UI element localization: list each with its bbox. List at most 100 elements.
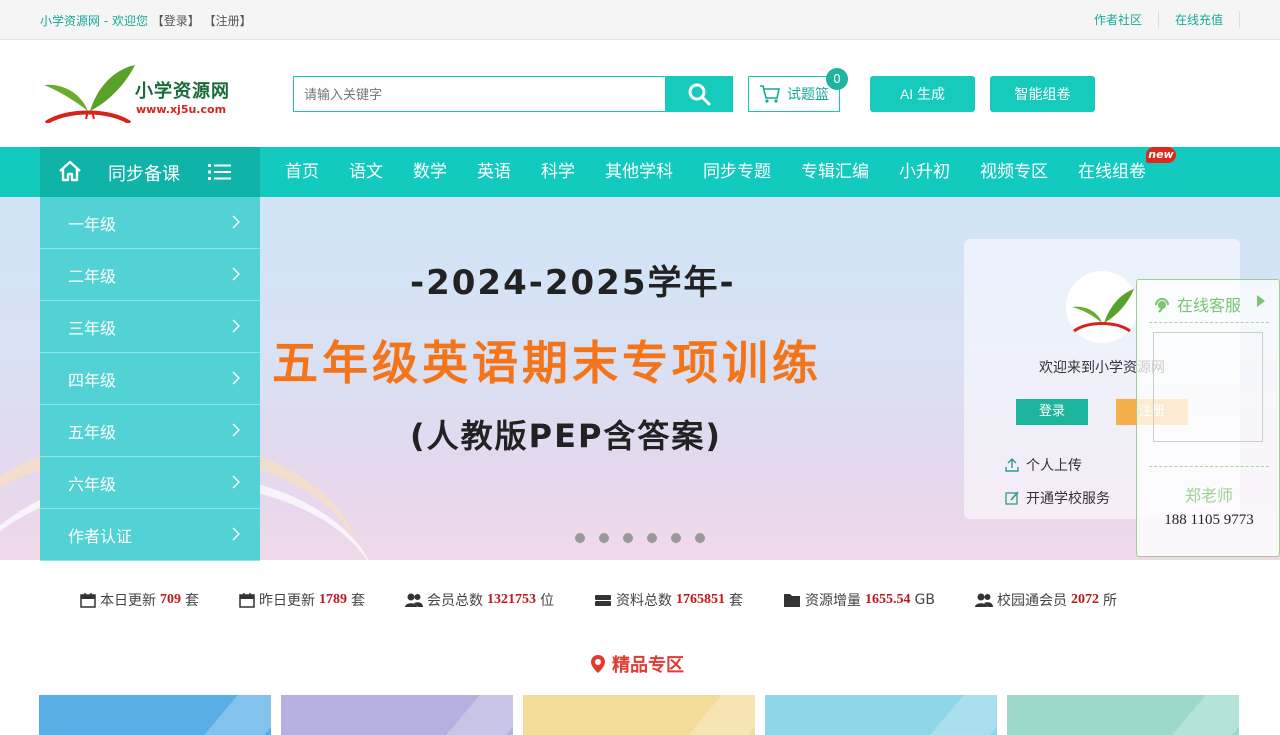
brand-name: 小学资源网	[135, 81, 230, 102]
online-service-panel: 在线客服 郑老师 188 1105 9773	[1136, 279, 1280, 557]
featured-card[interactable]	[281, 695, 513, 735]
divider	[1149, 466, 1269, 467]
grade-label: 五年级	[68, 422, 117, 442]
stat-unit: 位	[540, 593, 554, 609]
stat-unit: GB	[914, 592, 935, 608]
grade-menu: 一年级 二年级 三年级 四年级 五年级 六年级 作者认证	[40, 197, 260, 561]
featured-card[interactable]	[1007, 695, 1239, 735]
stat-label: 本日更新	[100, 593, 156, 609]
carousel-dot[interactable]	[623, 533, 633, 543]
nav-english[interactable]: 英语	[462, 147, 526, 197]
stat-label: 资源增量	[805, 593, 861, 609]
nav-sync-topics[interactable]: 同步专题	[688, 147, 786, 197]
grade-label: 四年级	[68, 370, 117, 390]
stat-resources: 资料总数 1765851 套	[594, 590, 743, 610]
nav-home[interactable]: 首页	[270, 147, 334, 197]
grade-item-5[interactable]: 五年级	[40, 405, 260, 457]
site-logo[interactable]: 小学资源网 www.xj5u.com	[40, 61, 250, 125]
grade-item-4[interactable]: 四年级	[40, 353, 260, 405]
author-certification-item[interactable]: 作者认证	[40, 509, 260, 561]
featured-card[interactable]	[765, 695, 997, 735]
grade-item-1[interactable]: 一年级	[40, 197, 260, 249]
featured-card[interactable]	[523, 695, 755, 735]
main-nav: 同步备课 首页 语文 数学 英语 科学 其他学科 同步专题 专辑汇编 小升初 视…	[0, 147, 1280, 197]
stat-value: 2072	[1070, 592, 1099, 607]
grade-item-2[interactable]: 二年级	[40, 249, 260, 301]
carousel-dot[interactable]	[671, 533, 681, 543]
banner-year: -2024-2025学年-	[410, 263, 736, 303]
search-input[interactable]	[293, 76, 665, 112]
folder-icon	[784, 594, 800, 607]
nav-links: 首页 语文 数学 英语 科学 其他学科 同步专题 专辑汇编 小升初 视频专区 在…	[270, 147, 1161, 197]
recharge-link[interactable]: 在线充值	[1159, 11, 1240, 28]
chevron-right-icon	[232, 527, 240, 541]
nav-albums[interactable]: 专辑汇编	[786, 147, 884, 197]
banner-subtitle: (人教版PEP含答案)	[410, 417, 723, 455]
welcome-text: 小学资源网 - 欢迎您	[40, 14, 148, 28]
search-button[interactable]	[665, 76, 733, 112]
grade-item-6[interactable]: 六年级	[40, 457, 260, 509]
nav-video[interactable]: 视频专区	[965, 147, 1063, 197]
featured-cards	[39, 695, 1239, 735]
stat-unit: 套	[729, 593, 743, 609]
stat-yesterday: 昨日更新 1789 套	[239, 590, 365, 610]
chevron-right-icon	[232, 371, 240, 385]
top-bar: 小学资源网 - 欢迎您 【登录】 【注册】 作者社区 在线充值	[0, 0, 1280, 40]
service-title: 在线客服	[1177, 296, 1242, 315]
top-login-link[interactable]: 【登录】	[152, 14, 200, 28]
school-service-label: 开通学校服务	[1026, 491, 1110, 507]
stat-label: 昨日更新	[259, 593, 315, 609]
calendar-icon	[239, 593, 255, 608]
users-icon	[974, 593, 993, 607]
divider	[1149, 322, 1269, 323]
grade-label: 作者认证	[68, 526, 133, 546]
stat-value: 1765851	[676, 592, 725, 607]
drive-icon	[595, 595, 611, 606]
stat-label: 资料总数	[616, 593, 672, 609]
site-stats: 本日更新 709 套 昨日更新 1789 套 会员总数 1321753 位 资料总数 1765…	[80, 590, 1157, 610]
nav-xiaoshengchu[interactable]: 小升初	[884, 147, 965, 197]
carousel-dot[interactable]	[599, 533, 609, 543]
stat-label: 校园通会员	[996, 593, 1067, 609]
collapse-arrow-icon[interactable]	[1257, 295, 1265, 307]
category-menu-toggle[interactable]: 同步备课	[40, 147, 260, 197]
upload-label: 个人上传	[1026, 458, 1082, 474]
logo-leaves-icon	[1072, 289, 1134, 333]
card-login-button[interactable]: 登录	[1016, 399, 1088, 425]
service-phone: 188 1105 9773	[1164, 512, 1254, 528]
header: 小学资源网 www.xj5u.com 试题篮 0 AI 生成 智能组卷	[0, 41, 1280, 147]
school-service-link[interactable]: 开通学校服务	[1004, 488, 1110, 508]
nav-other-subjects[interactable]: 其他学科	[590, 147, 688, 197]
stat-value: 1655.54	[865, 592, 911, 607]
upload-icon	[1005, 458, 1019, 472]
grade-item-3[interactable]: 三年级	[40, 301, 260, 353]
featured-card[interactable]	[39, 695, 271, 735]
cart-label: 试题篮	[787, 87, 829, 103]
service-header[interactable]: 在线客服	[1153, 292, 1241, 316]
section-title-text: 精品专区	[612, 655, 684, 676]
chevron-right-icon	[232, 423, 240, 437]
ai-generate-button[interactable]: AI 生成	[870, 76, 975, 112]
nav-science[interactable]: 科学	[526, 147, 590, 197]
chevron-right-icon	[232, 267, 240, 281]
calendar-icon	[80, 593, 96, 608]
chevron-right-icon	[232, 215, 240, 229]
personal-upload-link[interactable]: 个人上传	[1004, 455, 1082, 475]
category-label: 同步备课	[108, 164, 180, 185]
stat-value: 1789	[319, 592, 347, 607]
cart-count-badge: 0	[826, 68, 848, 90]
nav-math[interactable]: 数学	[398, 147, 462, 197]
banner-title: 五年级英语期末专项训练	[272, 336, 822, 390]
carousel-dot[interactable]	[647, 533, 657, 543]
grade-label: 一年级	[68, 214, 117, 234]
smart-paper-button[interactable]: 智能组卷	[990, 76, 1095, 112]
carousel-dot[interactable]	[695, 533, 705, 543]
top-register-link[interactable]: 【注册】	[204, 14, 252, 28]
author-community-link[interactable]: 作者社区	[1078, 11, 1159, 28]
stat-today: 本日更新 709 套	[80, 590, 199, 610]
users-icon	[405, 593, 423, 607]
service-contact-name: 郑老师	[1184, 486, 1233, 505]
nav-chinese[interactable]: 语文	[334, 147, 398, 197]
carousel-dot[interactable]	[575, 533, 585, 543]
chevron-right-icon	[232, 475, 240, 489]
